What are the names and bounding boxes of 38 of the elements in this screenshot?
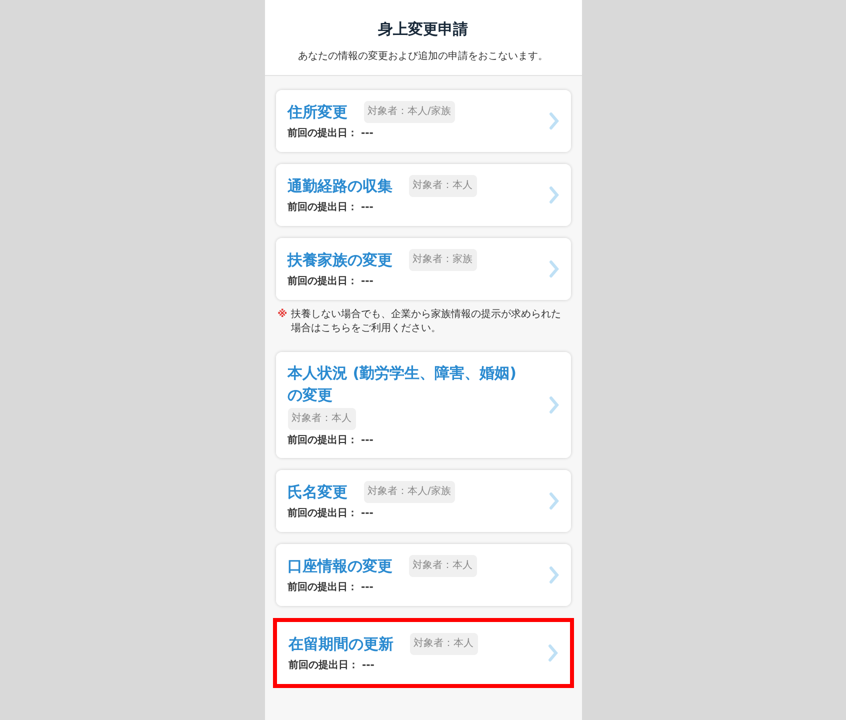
target-tag: 対象者：家族 xyxy=(408,249,476,271)
card-title: 本人状況 (勤労学生、障害、婚姻) の変更 xyxy=(288,363,518,406)
chevron-right-icon xyxy=(548,644,558,662)
card-title: 口座情報の変更 xyxy=(288,556,392,577)
last-submitted-date: 前回の提出日： --- xyxy=(288,434,374,448)
chevron-right-icon xyxy=(548,260,558,278)
page-subtitle: あなたの情報の変更および追加の申請をおこないます。 xyxy=(298,50,548,64)
chevron-right-icon xyxy=(548,186,558,204)
target-tag: 対象者：本人 xyxy=(410,633,478,655)
target-tag: 対象者：本人/家族 xyxy=(364,481,455,503)
card-title: 扶養家族の変更 xyxy=(288,250,392,271)
last-submitted-date: 前回の提出日： --- xyxy=(288,126,374,141)
last-submitted-date: 前回の提出日： --- xyxy=(288,274,374,289)
last-submitted-date: 前回の提出日： --- xyxy=(288,506,374,521)
last-submitted-date: 前回の提出日： --- xyxy=(288,658,376,673)
application-card[interactable]: 住所変更 対象者：本人/家族 前回の提出日： --- xyxy=(276,90,570,152)
chevron-right-icon xyxy=(548,492,558,510)
target-tag: 対象者：本人/家族 xyxy=(364,101,455,123)
target-tag: 対象者：本人 xyxy=(408,555,476,577)
last-submitted-date: 前回の提出日： --- xyxy=(288,200,374,215)
application-card[interactable]: 本人状況 (勤労学生、障害、婚姻) の変更 対象者：本人 前回の提出日： --- xyxy=(276,352,570,458)
chevron-right-icon xyxy=(548,396,558,414)
application-card[interactable]: 氏名変更 対象者：本人/家族 前回の提出日： --- xyxy=(276,470,570,532)
card-title: 氏名変更 xyxy=(288,482,348,503)
card-title: 在留期間の更新 xyxy=(288,634,394,655)
target-tag: 対象者：本人 xyxy=(408,175,476,197)
page-title: 身上変更申請 xyxy=(378,19,468,40)
note-mark: ※ xyxy=(278,308,288,322)
application-card[interactable]: 通勤経路の収集 対象者：本人 前回の提出日： --- xyxy=(276,164,570,226)
card-title: 住所変更 xyxy=(288,102,348,123)
chevron-right-icon xyxy=(548,566,558,584)
note-text: 扶養しない場合でも、企業から家族情報の提示が求められた場合はこちらをご利用ください。 xyxy=(291,308,562,336)
application-card[interactable]: 扶養家族の変更 対象者：家族 前回の提出日： --- xyxy=(276,238,570,300)
application-card[interactable]: 口座情報の変更 対象者：本人 前回の提出日： --- xyxy=(276,544,570,606)
chevron-right-icon xyxy=(548,112,558,130)
last-submitted-date: 前回の提出日： --- xyxy=(288,580,374,595)
target-tag: 対象者：本人 xyxy=(288,408,356,430)
card-title: 通勤経路の収集 xyxy=(288,176,392,197)
